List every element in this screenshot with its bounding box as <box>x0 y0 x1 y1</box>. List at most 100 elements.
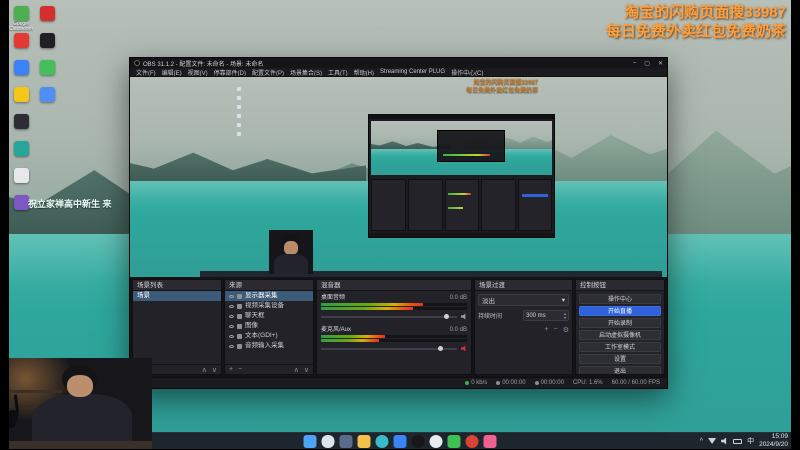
desktop-icon-google-classroom[interactable]: Google Classroom <box>9 6 33 33</box>
network-icon[interactable] <box>708 438 717 444</box>
store-icon[interactable] <box>393 435 407 448</box>
taskbar-clock[interactable]: 15:09 2024/9/20 <box>759 433 788 449</box>
volume-icon[interactable] <box>721 437 727 445</box>
visibility-icon[interactable] <box>229 294 234 298</box>
menu-item-1[interactable]: 编辑(E) <box>162 68 182 77</box>
add-icon[interactable]: + <box>229 366 233 373</box>
visibility-icon[interactable] <box>229 324 234 328</box>
menu-item-9[interactable]: 操作中心(C) <box>451 68 483 77</box>
status-stream-time: 00:00:00 <box>496 380 526 386</box>
mixer-channel-name: 麦克风/Aux <box>321 327 352 333</box>
task-view-icon[interactable] <box>339 435 353 448</box>
visibility-icon[interactable] <box>229 314 234 318</box>
menu-item-2[interactable]: 视图(V) <box>188 68 208 77</box>
battery-icon[interactable] <box>733 438 743 444</box>
visibility-icon[interactable] <box>229 304 234 308</box>
stream-frame: 淘宝的闪购页面搜33987 每日免费外卖红包免费奶茶 Google Classr… <box>0 0 800 450</box>
edge-icon[interactable] <box>375 435 389 448</box>
menu-item-5[interactable]: 场景集合(S) <box>290 68 322 77</box>
volume-slider[interactable] <box>321 345 457 351</box>
browser-source-icon <box>237 313 242 319</box>
source-item[interactable]: 视频采集设备 <box>225 301 313 311</box>
visibility-icon[interactable] <box>229 334 234 338</box>
desktop-icon-app-blue-2[interactable] <box>36 87 58 114</box>
desktop-icon-app-dark-1[interactable] <box>10 114 32 141</box>
action-center-button[interactable]: 操作中心 <box>579 294 661 304</box>
tray-expand-icon[interactable]: ^ <box>700 438 703 445</box>
speaker-icon[interactable] <box>461 313 466 320</box>
desktop-icon-app-red-1[interactable] <box>10 33 32 60</box>
minimize-button[interactable]: – <box>633 60 636 67</box>
sources-toolbar: + − ∧ ∨ <box>225 364 313 374</box>
obs-preview-canvas[interactable]: 淘宝的闪购页面搜33987 每日免费外卖红包免费奶茶 <box>130 77 667 277</box>
virtual-camera-button[interactable]: 启动虚拟摄像机 <box>579 330 661 340</box>
start-icon[interactable] <box>303 435 317 448</box>
ime-indicator[interactable]: 中 <box>747 436 754 446</box>
file-explorer-icon[interactable] <box>357 435 371 448</box>
stream-caption: 淘宝的闪购页面搜33987 每日免费外卖红包免费奶茶 <box>606 3 786 41</box>
status-bitrate: 0 kb/s <box>465 380 487 386</box>
mute-icon[interactable] <box>461 345 466 352</box>
volume-slider-handle[interactable] <box>444 313 450 319</box>
close-button[interactable]: ✕ <box>658 60 663 67</box>
volume-slider-handle[interactable] <box>437 345 443 351</box>
source-item[interactable]: 图像 <box>225 321 313 331</box>
maximize-button[interactable]: ▢ <box>644 60 650 67</box>
transition-settings-icon[interactable]: ⚙ <box>563 326 569 334</box>
source-label: 图像 <box>245 322 258 329</box>
search-icon[interactable] <box>321 435 335 448</box>
desktop-icon-app-white[interactable] <box>10 168 32 195</box>
menu-item-0[interactable]: 文件(F) <box>136 68 156 77</box>
start-streaming-button[interactable]: 开始直播 <box>579 306 661 316</box>
source-item[interactable]: 文本(GDI+) <box>225 331 313 341</box>
source-item[interactable]: 聊天框 <box>225 311 313 321</box>
studio-mode-button[interactable]: 工作室模式 <box>579 342 661 352</box>
app-red-2-icon <box>39 6 55 21</box>
volume-slider[interactable] <box>321 313 457 319</box>
add-transition-icon[interactable]: + <box>545 326 549 334</box>
desktop-icon-app-yellow[interactable] <box>10 87 32 114</box>
status-text: 00:00:00 <box>540 380 564 386</box>
obs-titlebar[interactable]: OBS 31.1.2 - 配置文件: 未命名 - 场景: 未命名 – ▢ ✕ <box>130 58 667 68</box>
duration-input[interactable]: 300 ms ▴ ▾ <box>523 310 569 321</box>
settings-button[interactable]: 设置 <box>579 354 661 364</box>
exit-button[interactable]: 退出 <box>579 366 661 374</box>
obs-icon[interactable] <box>411 435 425 448</box>
desktop-icon-app-blue-1[interactable] <box>10 60 32 87</box>
spin-down-icon[interactable]: ▾ <box>564 315 566 320</box>
app-white-icon <box>13 168 29 183</box>
menu-item-8[interactable]: Streaming Center PLUG <box>380 69 445 75</box>
desktop-icon-app-green[interactable] <box>36 60 58 87</box>
controls-button-list: 操作中心开始直播开始录制启动虚拟摄像机 工作室模式设置退出 <box>576 291 664 374</box>
source-item[interactable]: 显示器采集 <box>225 291 313 301</box>
sources-dock: 来源 显示器采集 视频采集设备 聊天框 图像 文本(GDI+) 音频输入采集 + − ∧ ∨ <box>224 279 314 375</box>
image-source-icon <box>237 323 242 329</box>
qq-icon[interactable] <box>429 435 443 448</box>
move-up-icon[interactable]: ∧ <box>294 366 299 374</box>
desktop: 淘宝的闪购页面搜33987 每日免费外卖红包免费奶茶 Google Classr… <box>0 0 800 450</box>
remove-transition-icon[interactable]: − <box>554 326 558 334</box>
desktop-icon-app-teal[interactable] <box>10 141 32 168</box>
desktop-icon-app-dark-2[interactable] <box>36 33 58 60</box>
start-recording-button[interactable]: 开始录制 <box>579 318 661 328</box>
mixer-channel-db: 0.0 dB <box>449 327 467 333</box>
visibility-icon[interactable] <box>229 344 234 348</box>
netease-music-icon[interactable] <box>465 435 479 448</box>
transition-select[interactable]: 淡出 ▾ <box>478 294 569 306</box>
menu-item-6[interactable]: 工具(T) <box>328 68 348 77</box>
move-up-icon[interactable]: ∧ <box>202 366 207 374</box>
volume-meter-fill <box>321 339 379 342</box>
menu-item-3[interactable]: 停靠部件(D) <box>214 68 246 77</box>
wechat-icon[interactable] <box>447 435 461 448</box>
menu-item-4[interactable]: 配置文件(P) <box>252 68 284 77</box>
move-down-icon[interactable]: ∨ <box>212 366 217 374</box>
transitions-dock-title: 场景过渡 <box>475 280 572 291</box>
move-down-icon[interactable]: ∨ <box>304 366 309 374</box>
source-item[interactable]: 音频输入采集 <box>225 341 313 351</box>
desktop-icon-app-red-2[interactable] <box>36 6 58 33</box>
menu-item-7[interactable]: 帮助(H) <box>354 68 374 77</box>
scene-item[interactable]: 场景 <box>133 291 221 301</box>
remove-icon[interactable]: − <box>238 366 242 373</box>
status-text: 00:00:00 <box>502 380 526 386</box>
browser-icon[interactable] <box>483 435 497 448</box>
